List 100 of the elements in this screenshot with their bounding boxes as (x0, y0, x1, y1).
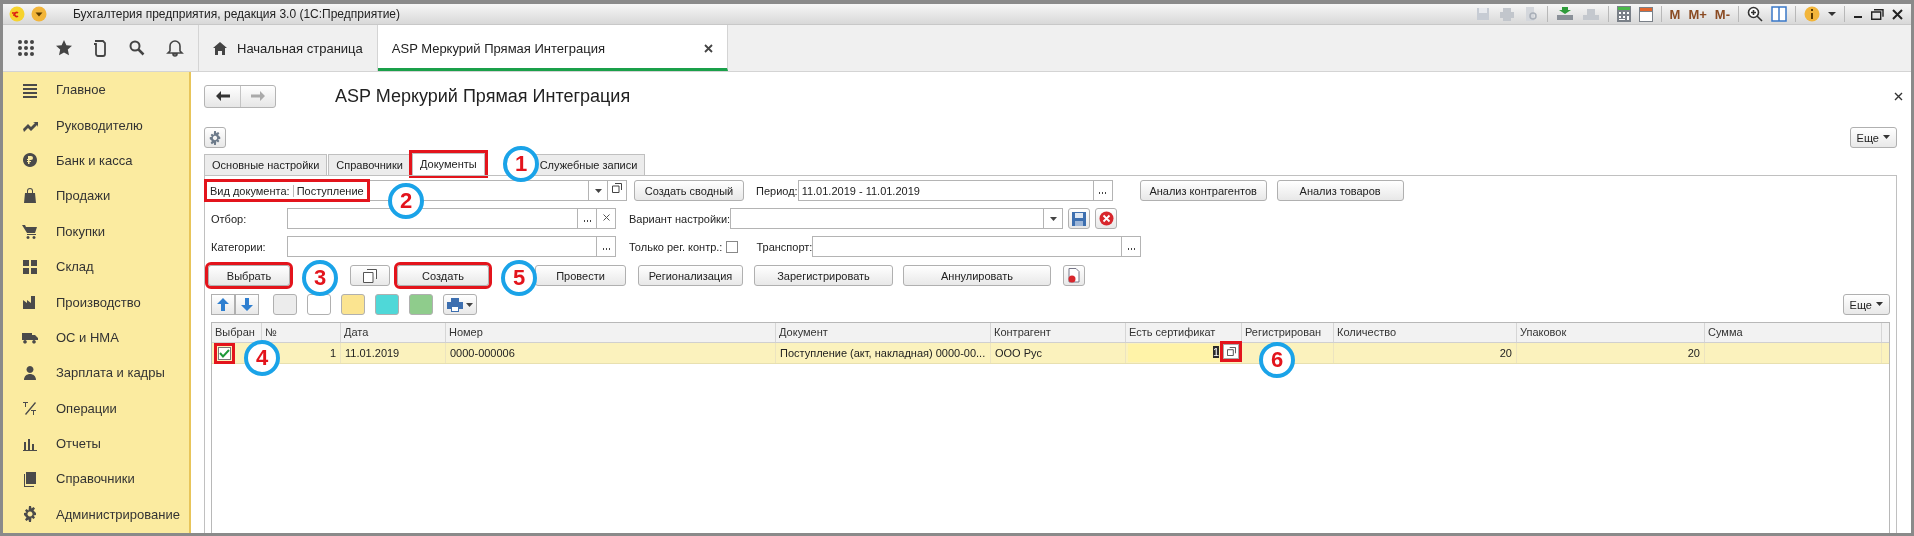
window-title: Бухгалтерия предприятия, редакция 3.0 (1С:Предприятие) (73, 7, 401, 21)
sidebar-item[interactable]: Отчеты (3, 425, 189, 462)
caret-icon[interactable] (1828, 10, 1836, 18)
dropdown-button[interactable] (1044, 208, 1063, 229)
apps-grid-icon[interactable] (16, 39, 35, 57)
filter-field[interactable] (287, 208, 578, 229)
column-header[interactable]: Документ (776, 323, 991, 342)
settings-button[interactable] (204, 127, 226, 148)
gear-icon (208, 130, 222, 145)
action-button[interactable]: Регионализация (638, 265, 743, 286)
table-cell: 20 (1334, 343, 1517, 363)
column-header[interactable]: Сумма (1705, 323, 1882, 342)
action-button[interactable]: Аннулировать (903, 265, 1051, 286)
certificate-field[interactable]: 1 (1128, 344, 1221, 362)
sidebar-item[interactable]: Производство (3, 284, 189, 320)
save-settings-button[interactable] (1068, 208, 1090, 229)
zoom-icon[interactable] (1747, 6, 1763, 22)
bell-icon[interactable] (166, 39, 185, 57)
dropdown-button[interactable] (589, 180, 608, 201)
sidebar-item[interactable]: Руководителю (3, 107, 189, 143)
sidebar-item[interactable]: Продажи (3, 178, 189, 214)
delete-settings-button[interactable] (1095, 208, 1117, 229)
more-button[interactable]: Еще (1842, 294, 1890, 315)
column-header[interactable]: Контрагент (991, 323, 1126, 342)
close-icon[interactable] (1894, 91, 1903, 101)
field-label: Период: (755, 184, 798, 197)
clear-button[interactable] (597, 208, 616, 229)
app-tab[interactable]: ASP Меркурий Прямая Интеграция (377, 25, 728, 71)
copy-button[interactable] (350, 265, 390, 286)
open-window-icon (1226, 347, 1236, 356)
period-field[interactable]: 11.01.2019 - 11.01.2019 (797, 180, 1094, 201)
cart-icon (22, 223, 38, 240)
column-header[interactable]: Количество (1334, 323, 1517, 342)
sidebar-item[interactable]: ОС и НМА (3, 319, 189, 356)
person-icon (22, 364, 38, 381)
sidebar-item[interactable]: Главное (3, 72, 189, 108)
sidebar-item[interactable]: Справочники (3, 461, 189, 497)
action-button[interactable]: Выбрать (208, 265, 290, 286)
table-cell: 20 (1517, 343, 1705, 363)
form-tab[interactable]: Документы (411, 153, 485, 175)
sidebar-item[interactable]: Покупки (3, 213, 189, 249)
sidebar-item[interactable]: Склад (3, 248, 189, 285)
open-button[interactable] (608, 180, 627, 201)
open-button[interactable] (1223, 344, 1239, 359)
sidebar-item[interactable]: Зарплата и кадры (3, 355, 189, 391)
menu-dropdown-icon[interactable] (31, 6, 47, 22)
create-summary-button[interactable]: Создать сводный (634, 180, 744, 201)
color-swatch[interactable] (307, 294, 331, 315)
column-header[interactable]: Дата (341, 323, 446, 342)
variant-field[interactable] (730, 208, 1044, 229)
form-tab[interactable]: Основные настройки (204, 154, 328, 175)
app-tab[interactable]: Начальная страница (199, 25, 378, 71)
move-up-button[interactable] (211, 294, 235, 315)
search-icon[interactable] (128, 39, 147, 57)
close-icon[interactable] (1892, 8, 1903, 20)
column-header[interactable]: Упаковок (1517, 323, 1705, 342)
field-value: Поступление (296, 184, 364, 197)
column-header[interactable]: Номер (446, 323, 776, 342)
move-down-button[interactable] (235, 294, 259, 315)
restore-icon[interactable] (1871, 8, 1884, 20)
color-swatch[interactable] (375, 294, 399, 315)
info-icon[interactable] (1804, 6, 1820, 22)
field-label: Вариант настройки: (628, 212, 730, 225)
categories-field[interactable] (287, 236, 597, 257)
color-swatch[interactable] (409, 294, 433, 315)
memory-button[interactable]: M- (1714, 6, 1730, 22)
field-label: Транспорт: (755, 240, 813, 253)
print-button[interactable] (443, 294, 477, 315)
panel-icon[interactable] (1771, 6, 1787, 22)
exchange-icon[interactable] (1555, 6, 1574, 22)
analysis-button[interactable]: Анализ товаров (1276, 180, 1404, 201)
more-button[interactable]: Еще (1849, 127, 1897, 148)
color-swatch[interactable] (341, 294, 365, 315)
analysis-button[interactable]: Анализ контрагентов (1139, 180, 1267, 201)
close-icon[interactable] (703, 43, 713, 53)
app-logo-icon[interactable] (9, 6, 25, 22)
memory-button[interactable]: M (1669, 6, 1681, 22)
checkbox[interactable] (726, 240, 739, 253)
field-label: Только рег. контр.: (628, 240, 723, 253)
sidebar-item[interactable]: Операции (3, 390, 189, 426)
color-swatch[interactable] (273, 294, 297, 315)
calculator-icon[interactable] (1616, 6, 1631, 22)
open-window-icon (612, 183, 622, 193)
form-title: ASP Меркурий Прямая Интеграция (335, 85, 631, 107)
clear-icon (602, 214, 610, 221)
action-button[interactable]: Провести (535, 265, 626, 286)
star-icon[interactable] (54, 39, 73, 57)
sidebar-item[interactable]: Банк и касса (3, 142, 189, 179)
gear-icon (22, 506, 38, 523)
sidebar-item[interactable]: Администрирование (3, 496, 189, 533)
memory-button[interactable]: M+ (1688, 6, 1707, 22)
cancel-document-button[interactable] (1063, 265, 1085, 286)
calendar-icon[interactable] (1638, 6, 1653, 22)
action-button[interactable]: Создать (397, 265, 489, 286)
caret-icon (1876, 302, 1883, 307)
left-arrow-icon (215, 91, 230, 101)
form-tab[interactable]: Справочники (328, 154, 411, 175)
action-button[interactable]: Зарегистрировать (754, 265, 893, 286)
factory-icon (22, 294, 38, 311)
transport-field[interactable] (812, 236, 1123, 257)
